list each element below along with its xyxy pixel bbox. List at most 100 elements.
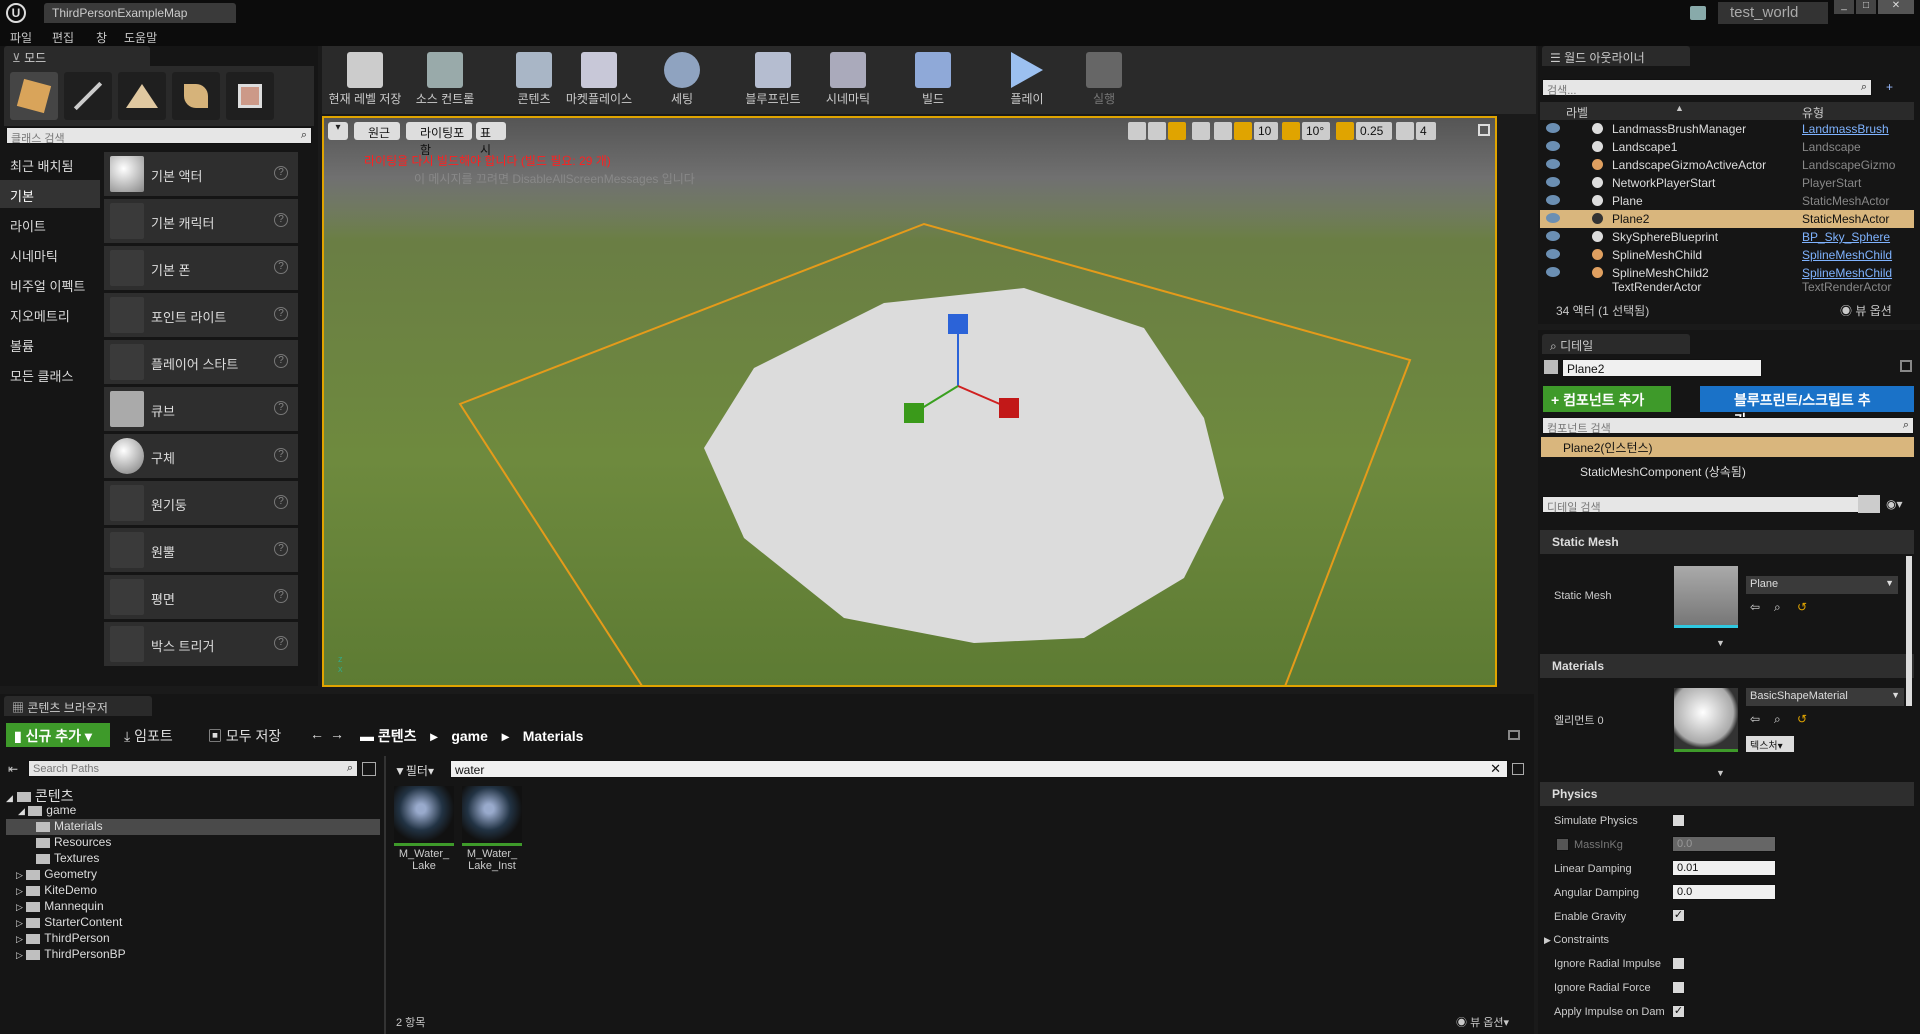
help-icon[interactable]: ?	[274, 448, 288, 462]
help-icon[interactable]: ?	[274, 542, 288, 556]
help-icon[interactable]: ?	[274, 213, 288, 227]
visibility-eye-icon[interactable]	[1546, 123, 1560, 133]
visibility-eye-icon[interactable]	[1546, 141, 1560, 151]
place-item-box-trigger[interactable]: 박스 트리거?	[104, 622, 298, 666]
visibility-eye-icon[interactable]	[1546, 195, 1560, 205]
visibility-eye-icon[interactable]	[1546, 159, 1560, 169]
static-mesh-thumbnail[interactable]	[1674, 566, 1738, 628]
help-icon[interactable]: ?	[274, 354, 288, 368]
blueprints-button[interactable]: 블루프린트	[738, 48, 808, 112]
visibility-eye-icon[interactable]	[1546, 177, 1560, 187]
foliage-mode-button[interactable]	[172, 72, 220, 120]
place-item-cone[interactable]: 원뿔?	[104, 528, 298, 572]
help-icon[interactable]: ?	[274, 495, 288, 509]
ignore-radial-force-checkbox[interactable]	[1672, 981, 1685, 994]
outliner-row-selected[interactable]: Plane2 StaticMeshActor	[1540, 210, 1914, 228]
scale-tool[interactable]	[1168, 122, 1186, 140]
outliner-view-options[interactable]: ◉ 뷰 옵션	[1840, 302, 1892, 319]
play-button[interactable]: 플레이	[998, 48, 1056, 112]
tree-thirdpersonbp[interactable]: ▷ ThirdPersonBP	[16, 947, 126, 961]
forward-arrow-icon[interactable]: →	[330, 726, 344, 742]
rotation-snap-toggle[interactable]	[1282, 122, 1300, 140]
column-type[interactable]: 유형	[1802, 104, 1824, 121]
geometry-mode-button[interactable]	[226, 72, 274, 120]
details-tab[interactable]: ⌕ 디테일	[1542, 334, 1690, 354]
outliner-row[interactable]: LandscapeGizmoActiveActor LandscapeGizmo	[1540, 156, 1914, 174]
tree-startercontent[interactable]: ▷ StarterContent	[16, 915, 122, 929]
outliner-row[interactable]: TextRenderActor TextRenderActor	[1540, 282, 1914, 292]
launch-button[interactable]: 실행	[1076, 48, 1132, 112]
landscape-mode-button[interactable]	[118, 72, 166, 120]
ignore-radial-impulse-checkbox[interactable]	[1672, 957, 1685, 970]
import-button[interactable]: ⤓ 임포트	[124, 726, 173, 746]
paint-mode-button[interactable]	[64, 72, 112, 120]
modes-tab[interactable]: ⊻ 모드	[4, 46, 150, 66]
content-view-options[interactable]: ◉ 뷰 옵션▾	[1456, 1014, 1509, 1030]
visibility-eye-icon[interactable]	[1546, 267, 1560, 277]
breadcrumb-materials[interactable]: Materials	[523, 728, 584, 744]
menu-window[interactable]: 창	[96, 29, 107, 46]
maximize-button[interactable]: □	[1856, 0, 1876, 14]
source-control-icon[interactable]	[1690, 6, 1706, 20]
details-scrollbar[interactable]	[1906, 556, 1912, 706]
clear-search-icon[interactable]: ✕	[1490, 761, 1501, 777]
asset-search-input[interactable]: water ✕	[450, 760, 1508, 778]
class-search-input[interactable]: 클래스 검색 ⌕	[6, 127, 312, 145]
simulate-physics-checkbox[interactable]	[1672, 814, 1685, 827]
outliner-row[interactable]: Landscape1 Landscape	[1540, 138, 1914, 156]
show-button[interactable]: 표시	[476, 122, 506, 157]
search-paths-input[interactable]: Search Paths ⌕	[28, 760, 358, 777]
add-blueprint-button[interactable]: 블루프린트/스크립트 추가	[1700, 386, 1914, 428]
tree-geometry[interactable]: ▷ Geometry	[16, 867, 97, 881]
expand-chevron-icon[interactable]: ▼	[1716, 768, 1725, 778]
visibility-eye-icon[interactable]	[1546, 231, 1560, 241]
help-icon[interactable]: ?	[274, 589, 288, 603]
place-item-character[interactable]: 기본 캐릭터?	[104, 199, 298, 243]
rotate-tool[interactable]	[1148, 122, 1166, 140]
cinematics-button[interactable]: 시네마틱	[816, 48, 880, 112]
scale-snap-value[interactable]: 0.25	[1356, 122, 1392, 140]
static-mesh-dropdown[interactable]: Plane ▼	[1746, 576, 1898, 594]
tree-mannequin[interactable]: ▷ Mannequin	[16, 899, 104, 913]
save-all-button[interactable]: ▣ 모두 저장	[208, 726, 281, 746]
tree-thirdperson[interactable]: ▷ ThirdPerson	[16, 931, 110, 945]
viewport-options-button[interactable]: ▾	[328, 122, 348, 140]
apply-impulse-checkbox[interactable]: ✓	[1672, 1005, 1685, 1018]
linear-damping-field[interactable]: 0.01	[1672, 860, 1776, 876]
level-tab[interactable]: ThirdPersonExampleMap	[44, 3, 236, 23]
breadcrumb-content[interactable]: 콘텐츠	[378, 728, 417, 744]
content-button[interactable]: 콘텐츠	[506, 48, 562, 112]
help-icon[interactable]: ?	[274, 166, 288, 180]
browse-icon[interactable]: ⌕	[1774, 600, 1781, 615]
maximize-viewport-icon[interactable]	[1478, 124, 1490, 136]
lighting-button[interactable]: 라이팅포함	[406, 122, 472, 157]
lock-icon[interactable]	[1508, 730, 1520, 740]
texture-button[interactable]: 텍스처▾	[1746, 736, 1794, 752]
use-selected-arrow-icon[interactable]: ⇦	[1750, 712, 1760, 726]
world-outliner-tab[interactable]: ☰ 월드 아웃라이너	[1542, 46, 1690, 66]
menu-file[interactable]: 파일	[10, 29, 32, 46]
help-icon[interactable]: ?	[274, 636, 288, 650]
asset-area-divider[interactable]	[384, 756, 386, 1034]
help-icon[interactable]: ?	[274, 260, 288, 274]
world-local-toggle[interactable]	[1192, 122, 1210, 140]
save-search-icon[interactable]	[1512, 763, 1524, 775]
camera-speed-value[interactable]: 4	[1416, 122, 1436, 140]
scale-snap-toggle[interactable]	[1336, 122, 1354, 140]
asset-tile[interactable]: M_Water_ Lake_Inst	[462, 786, 522, 886]
close-button[interactable]: ✕	[1878, 0, 1914, 14]
tree-resources[interactable]: Resources	[36, 835, 111, 849]
static-mesh-component-row[interactable]: StaticMeshComponent (상속됨)	[1562, 463, 1746, 480]
add-new-button[interactable]: ▮ 신규 추가 ▾	[6, 723, 110, 747]
settings-button[interactable]: 세팅	[654, 48, 710, 112]
source-control-button[interactable]: 소스 컨트롤	[406, 48, 484, 112]
outliner-row[interactable]: Plane StaticMeshActor	[1540, 192, 1914, 210]
actor-name-input[interactable]: Plane2	[1562, 359, 1762, 377]
place-item-player-start[interactable]: 플레이어 스타트?	[104, 340, 298, 384]
asset-tile[interactable]: M_Water_ Lake	[394, 786, 454, 886]
place-item-cylinder[interactable]: 원기둥?	[104, 481, 298, 525]
constraints-expander[interactable]: ▶ Constraints	[1544, 934, 1609, 946]
place-mode-button[interactable]	[10, 72, 58, 120]
enable-gravity-checkbox[interactable]: ✓	[1672, 909, 1685, 922]
place-item-pawn[interactable]: 기본 폰?	[104, 246, 298, 290]
